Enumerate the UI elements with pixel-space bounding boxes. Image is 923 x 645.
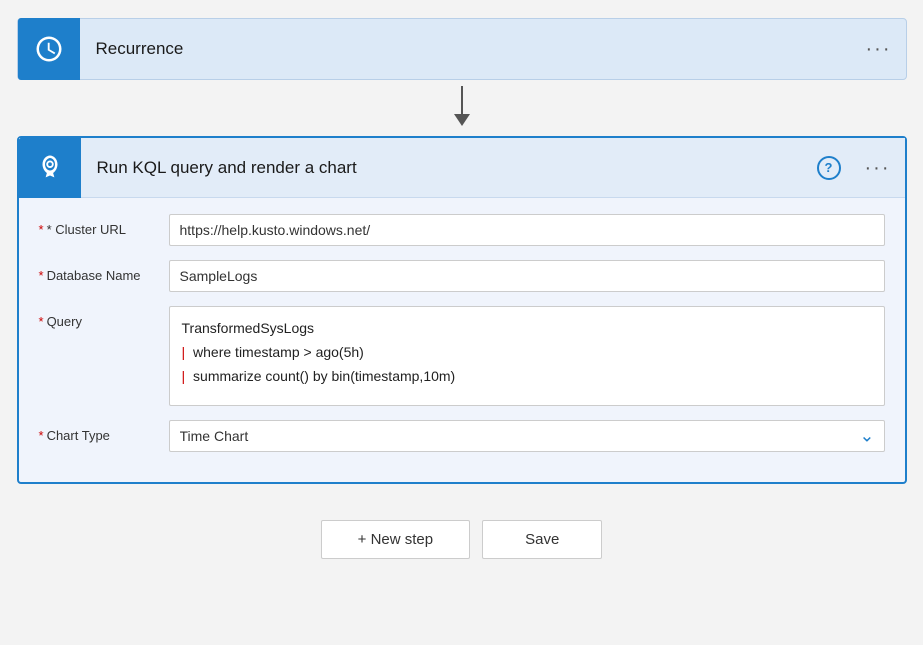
arrow-line — [461, 86, 463, 114]
kql-icon — [35, 153, 65, 183]
arrow-head — [454, 114, 470, 126]
chart-type-label: *Chart Type — [39, 420, 169, 443]
recurrence-title: Recurrence — [80, 39, 852, 59]
query-label: *Query — [39, 306, 169, 329]
bottom-actions: + New step Save — [321, 520, 603, 559]
database-name-label: *Database Name — [39, 260, 169, 283]
chart-type-wrapper: Time Chart Bar Chart Pie Chart Line Char… — [169, 420, 885, 452]
recurrence-icon-box — [18, 18, 80, 80]
database-name-input[interactable] — [169, 260, 885, 292]
cluster-url-row: ** Cluster URL — [39, 214, 885, 246]
kql-card-title: Run KQL query and render a chart — [81, 158, 807, 178]
query-line-1: TransformedSysLogs — [182, 317, 872, 341]
query-line-2: | where timestamp > ago(5h) — [182, 341, 872, 365]
new-step-button[interactable]: + New step — [321, 520, 470, 559]
cluster-url-input[interactable] — [169, 214, 885, 246]
query-row: *Query TransformedSysLogs | where timest… — [39, 306, 885, 406]
chart-type-row: *Chart Type Time Chart Bar Chart Pie Cha… — [39, 420, 885, 452]
help-icon: ? — [817, 156, 841, 180]
kql-icon-box — [19, 138, 81, 198]
arrow-connector — [454, 86, 470, 130]
recurrence-menu-button[interactable]: ··· — [852, 31, 906, 67]
query-line-3: | summarize count() by bin(timestamp,10m… — [182, 365, 872, 389]
kql-card-body: ** Cluster URL *Database Name *Query Tra… — [19, 198, 905, 482]
database-name-row: *Database Name — [39, 260, 885, 292]
clock-icon — [34, 34, 64, 64]
kql-card: Run KQL query and render a chart ? ··· *… — [17, 136, 907, 484]
query-box[interactable]: TransformedSysLogs | where timestamp > a… — [169, 306, 885, 406]
help-button[interactable]: ? — [807, 150, 851, 186]
chart-type-select[interactable]: Time Chart Bar Chart Pie Chart Line Char… — [169, 420, 885, 452]
cluster-url-label: ** Cluster URL — [39, 214, 169, 237]
save-button[interactable]: Save — [482, 520, 602, 559]
kql-card-header: Run KQL query and render a chart ? ··· — [19, 138, 905, 198]
kql-menu-button[interactable]: ··· — [851, 150, 905, 186]
recurrence-card: Recurrence ··· — [17, 18, 907, 80]
